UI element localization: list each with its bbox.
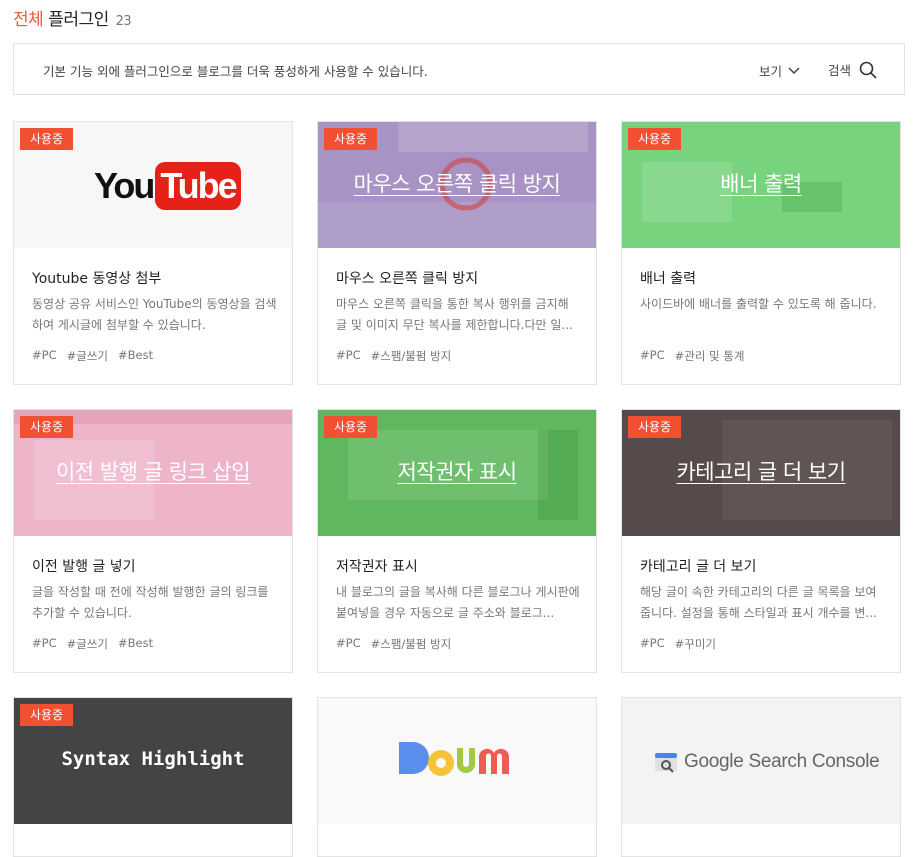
plugin-card-youtube[interactable]: You Tube 사용중 Youtube 동영상 첨부 동영상 공유 서비스인 … [13, 121, 293, 385]
view-label: 보기 [758, 64, 782, 79]
in-use-badge: 사용중 [20, 704, 74, 726]
tag[interactable]: #PC [32, 636, 57, 652]
view-dropdown[interactable]: 보기 [759, 61, 800, 80]
in-use-badge: 사용중 [20, 416, 74, 438]
card-thumbnail [318, 698, 596, 824]
title-main: 플러그인 [48, 10, 109, 30]
plugin-card-right-click[interactable]: 마우스 오른쪽 클릭 방지 사용중 마우스 오른쪽 클릭 방지 마우스 오른쪽 … [317, 121, 597, 385]
plugin-card-syntax-highlight[interactable]: Syntax Highlight 사용중 [13, 697, 293, 857]
search-label: 검색 [827, 63, 851, 78]
card-description: 해당 글이 속한 카테고리의 다른 글 목록을 보여줍니다. 설정을 통해 스타… [640, 585, 877, 620]
in-use-badge: 사용중 [20, 128, 74, 150]
chevron-down-icon [788, 66, 800, 74]
card-description: 글을 작성할 때 전에 작성해 발행한 글의 링크를 추가할 수 있습니다. [32, 585, 269, 620]
tag[interactable]: #글쓰기 [67, 636, 108, 652]
youtube-logo: You Tube [94, 162, 241, 210]
title-accent: 전체 [13, 10, 44, 30]
card-thumbnail: Google Search Console [622, 698, 900, 824]
description-text: 기본 기능 외에 플러그인으로 블로그를 더욱 풍성하게 사용할 수 있습니다. [43, 64, 428, 79]
thumbnail-title: Syntax Highlight [61, 748, 245, 770]
card-tags: #PC #글쓰기 #Best [32, 348, 153, 364]
plugin-card-category-more[interactable]: 카테고리 글 더 보기 사용중 카테고리 글 더 보기 해당 글이 속한 카테고… [621, 409, 901, 673]
tag[interactable]: #글쓰기 [67, 348, 108, 364]
card-tags: #PC #관리 및 통계 [640, 348, 744, 364]
search-icon [859, 61, 877, 79]
card-tags: #PC #스팸/불펌 방지 [336, 348, 451, 364]
card-tags: #PC #꾸미기 [640, 636, 716, 652]
plugin-card-prev-post[interactable]: 이전 발행 글 링크 삽입 사용중 이전 발행 글 넣기 글을 작성할 때 전에… [13, 409, 293, 673]
plugin-card-banner[interactable]: 배너 출력 사용중 배너 출력 사이드바에 배너를 출력할 수 있도록 해 줍니… [621, 121, 901, 385]
plugin-card-daum[interactable] [317, 697, 597, 857]
card-name: 배너 출력 [640, 271, 696, 287]
in-use-badge: 사용중 [324, 128, 378, 150]
card-description: 마우스 오른쪽 클릭을 통한 복사 행위를 금지해 글 및 이미지 무단 복사를… [336, 297, 573, 332]
plugin-card-google-search-console[interactable]: Google Search Console [621, 697, 901, 857]
card-name: 카테고리 글 더 보기 [640, 559, 757, 575]
search-button[interactable]: 검색 [828, 60, 877, 79]
card-name: 이전 발행 글 넣기 [32, 559, 136, 575]
tag[interactable]: #꾸미기 [675, 636, 716, 652]
google-search-console-logo: Google Search Console [654, 750, 880, 774]
card-name: 저작권자 표시 [336, 559, 418, 575]
thumbnail-title: 카테고리 글 더 보기 [676, 460, 846, 484]
tag[interactable]: #PC [336, 636, 361, 652]
thumbnail-title: 마우스 오른쪽 클릭 방지 [353, 172, 561, 196]
plugin-count: 23 [115, 14, 132, 29]
card-tags: #PC #글쓰기 #Best [32, 636, 153, 652]
card-tags: #PC #스팸/불펌 방지 [336, 636, 451, 652]
in-use-badge: 사용중 [324, 416, 378, 438]
tag[interactable]: #PC [640, 348, 665, 364]
card-description: 동영상 공유 서비스인 YouTube의 동영상을 검색하여 게시글에 첨부할 … [32, 297, 277, 332]
tag[interactable]: #Best [118, 636, 153, 652]
description-bar: 기본 기능 외에 플러그인으로 블로그를 더욱 풍성하게 사용할 수 있습니다.… [13, 43, 905, 95]
tag[interactable]: #PC [32, 348, 57, 364]
in-use-badge: 사용중 [628, 416, 682, 438]
search-console-icon [655, 753, 677, 773]
plugin-card-copyright[interactable]: 저작권자 표시 사용중 저작권자 표시 내 블로그의 글을 복사해 다른 블로그… [317, 409, 597, 673]
tag[interactable]: #스팸/불펌 방지 [371, 348, 452, 364]
card-name: Youtube 동영상 첨부 [32, 271, 162, 287]
tag[interactable]: #스팸/불펌 방지 [371, 636, 452, 652]
card-description: 내 블로그의 글을 복사해 다른 블로그나 게시판에 붙여넣을 경우 자동으로 … [336, 585, 580, 620]
thumbnail-title: 배너 출력 [720, 172, 802, 196]
thumbnail-title: 이전 발행 글 링크 삽입 [55, 460, 251, 484]
page-title: 전체 플러그인 23 [13, 5, 132, 30]
tag[interactable]: #관리 및 통계 [675, 348, 745, 364]
in-use-badge: 사용중 [628, 128, 682, 150]
card-name: 마우스 오른쪽 클릭 방지 [336, 271, 479, 287]
tag[interactable]: #PC [336, 348, 361, 364]
card-description: 사이드바에 배너를 출력할 수 있도록 해 줍니다. [640, 297, 877, 311]
daum-logo [399, 742, 509, 776]
thumbnail-title: 저작권자 표시 [397, 460, 517, 484]
tag[interactable]: #PC [640, 636, 665, 652]
tag[interactable]: #Best [118, 348, 153, 364]
